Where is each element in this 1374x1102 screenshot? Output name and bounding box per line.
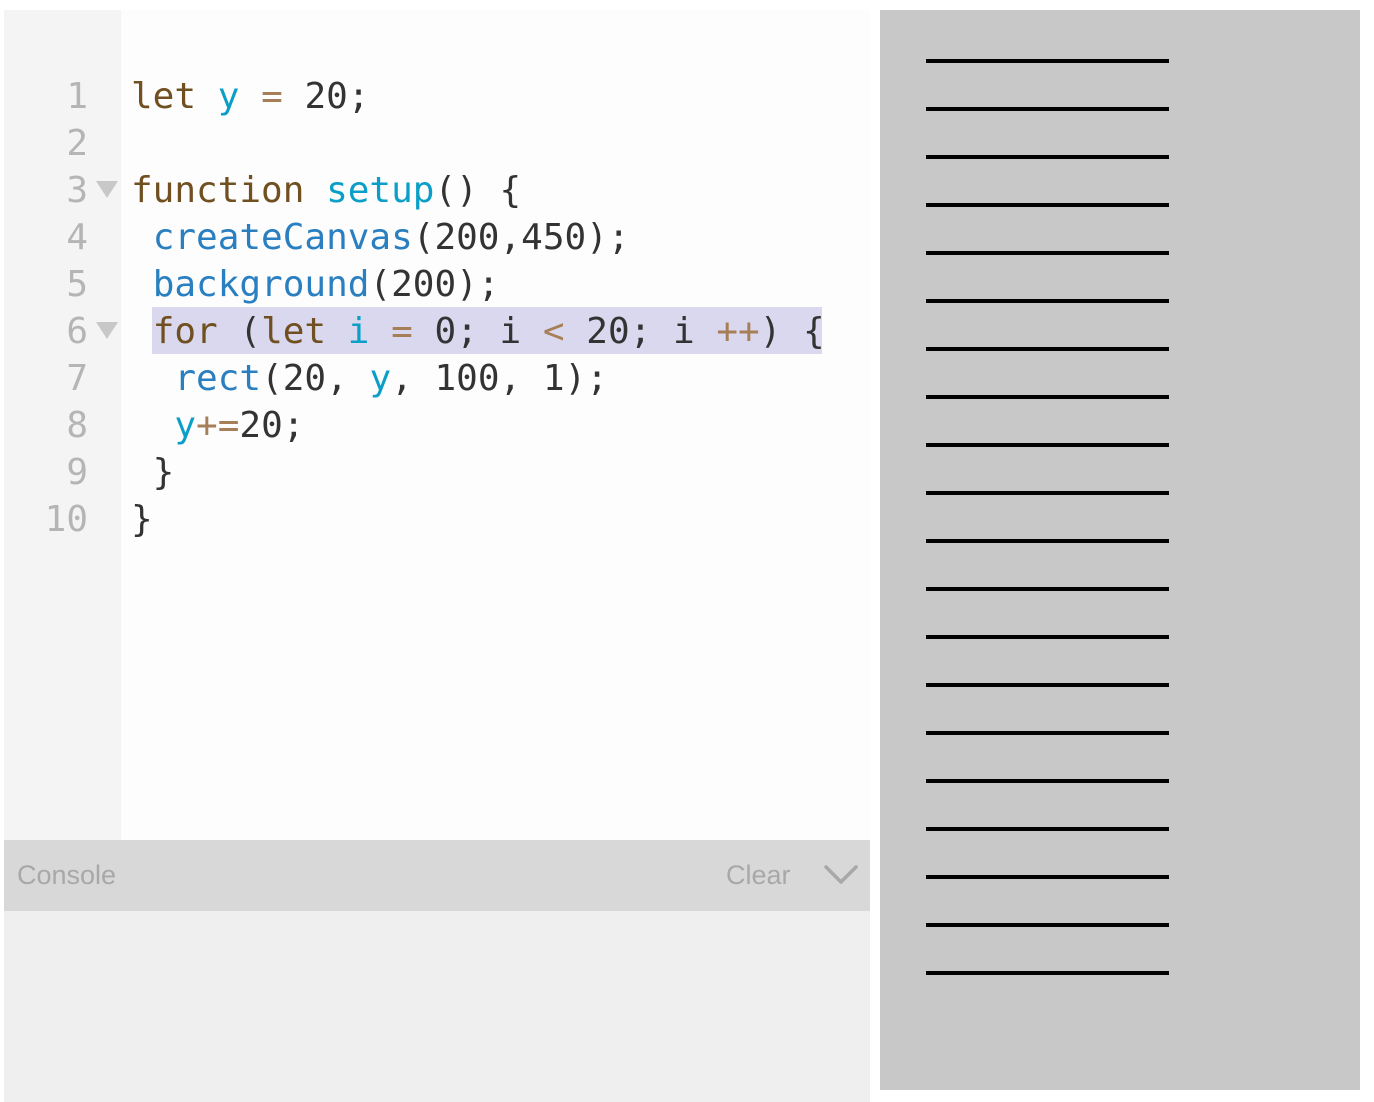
fold-arrow-icon[interactable] xyxy=(96,181,118,198)
code-editor[interactable]: 1 2 3 4 5 6 7 8 9 10 let y = 20; function setup() … xyxy=(4,10,870,840)
preview-rect-line xyxy=(926,251,1169,255)
line-number: 2 xyxy=(66,123,88,164)
line-number: 6 xyxy=(66,311,88,352)
line-number: 7 xyxy=(66,358,88,399)
code-line: for (let i = 0; i < 20; i ++) { xyxy=(131,308,825,355)
console-title: Console xyxy=(17,860,117,890)
preview-rect-line xyxy=(926,875,1169,879)
code-token: rect xyxy=(174,358,262,399)
code-token: (20, xyxy=(261,358,370,399)
chevron-down-icon[interactable] xyxy=(822,860,860,890)
console-clear-button[interactable]: Clear xyxy=(726,840,791,911)
code-token: ( xyxy=(217,311,262,352)
preview-rect-line xyxy=(926,971,1169,975)
line-number: 3 xyxy=(66,170,88,211)
console-header: Console Clear xyxy=(4,840,870,911)
preview-rect-line xyxy=(926,635,1169,639)
code-token: 20; i xyxy=(564,311,717,352)
code-token: (200,450); xyxy=(412,217,630,258)
code-area[interactable]: let y = 20; function setup() { createCanv… xyxy=(121,10,870,840)
fold-arrow-icon[interactable] xyxy=(96,322,118,339)
line-number: 9 xyxy=(66,452,88,493)
console-output xyxy=(4,911,870,1102)
code-token: i xyxy=(347,311,370,352)
code-token: += xyxy=(196,405,240,446)
code-line: createCanvas(200,450); xyxy=(131,214,630,261)
code-token: () { xyxy=(434,170,522,211)
preview-rect-line xyxy=(926,347,1169,351)
code-token: } xyxy=(131,452,175,493)
code-token: 20; xyxy=(239,405,305,446)
preview-rect-line xyxy=(926,827,1169,831)
code-line: rect(20, y, 100, 1); xyxy=(131,355,608,402)
code-token: 20; xyxy=(282,76,370,117)
code-token: < xyxy=(542,311,565,352)
line-number: 4 xyxy=(66,217,88,258)
code-token: function xyxy=(131,170,305,211)
code-line: } xyxy=(131,449,175,496)
preview-rect-line xyxy=(926,779,1169,783)
code-token: y xyxy=(217,76,240,117)
preview-rect-line xyxy=(926,491,1169,495)
code-token: ) { xyxy=(759,311,825,352)
preview-rect-line xyxy=(926,299,1169,303)
line-number: 8 xyxy=(66,405,88,446)
code-line: } xyxy=(131,496,153,543)
code-token: y xyxy=(369,358,392,399)
code-token: = xyxy=(261,76,283,117)
code-line: function setup() { xyxy=(131,167,521,214)
preview-rect-line xyxy=(926,539,1169,543)
code-token: } xyxy=(131,499,153,540)
line-number: 5 xyxy=(66,264,88,305)
preview-rect-line xyxy=(926,923,1169,927)
preview-rect-line xyxy=(926,443,1169,447)
preview-rect-line xyxy=(926,587,1169,591)
code-token: setup xyxy=(326,170,435,211)
sketch-preview-canvas xyxy=(880,10,1360,1090)
code-token: createCanvas xyxy=(152,217,413,258)
code-token: background xyxy=(152,264,370,305)
code-token: , 100, 1); xyxy=(391,358,608,399)
code-token: 0; i xyxy=(412,311,543,352)
code-token: = xyxy=(391,311,413,352)
preview-drawing xyxy=(926,59,1169,975)
code-line: let y = 20; xyxy=(131,73,369,120)
line-number: 10 xyxy=(44,499,88,540)
p5-editor-window: 1 2 3 4 5 6 7 8 9 10 let y = 20; function setup() … xyxy=(0,0,1374,1102)
code-token: y xyxy=(174,405,197,446)
line-number-gutter: 1 2 3 4 5 6 7 8 9 10 xyxy=(4,10,121,840)
preview-rect-line xyxy=(926,731,1169,735)
preview-rect-line xyxy=(926,683,1169,687)
preview-rect-line xyxy=(926,203,1169,207)
preview-rect-line xyxy=(926,395,1169,399)
preview-rect-line xyxy=(926,59,1169,63)
preview-rect-line xyxy=(926,107,1169,111)
code-token: let xyxy=(261,311,327,352)
preview-rect-line xyxy=(926,155,1169,159)
code-token: ++ xyxy=(716,311,760,352)
line-number: 1 xyxy=(66,76,88,117)
code-token: (200); xyxy=(369,264,500,305)
code-token: for xyxy=(152,311,218,352)
code-line: background(200); xyxy=(131,261,500,308)
code-token: let xyxy=(131,76,197,117)
code-line: y+=20; xyxy=(131,402,304,449)
